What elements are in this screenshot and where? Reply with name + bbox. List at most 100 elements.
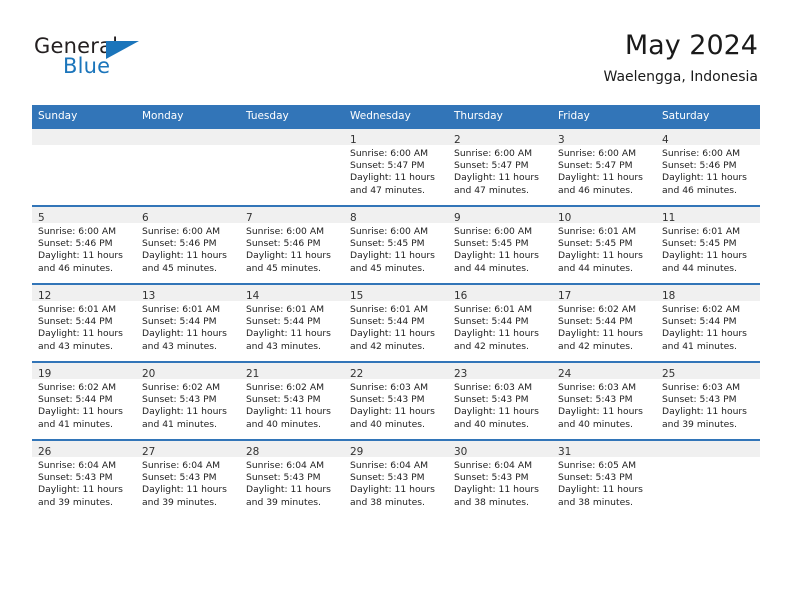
- calendar-day-cell[interactable]: 12 Sunrise: 6:01 AM Sunset: 5:44 PM Dayligh…: [32, 283, 136, 362]
- calendar-day-cell[interactable]: 18 Sunrise: 6:02 AM Sunset: 5:44 PM Dayligh…: [656, 283, 760, 362]
- calendar-day-cell[interactable]: 9 Sunrise: 6:00 AM Sunset: 5:45 PM Daylight…: [448, 205, 552, 284]
- daylight-text-line2: and 39 minutes.: [142, 496, 217, 508]
- calendar-day-cell[interactable]: 2 Sunrise: 6:00 AM Sunset: 5:47 PM Daylight…: [448, 127, 552, 206]
- day-cell-body: Sunrise: 6:00 AM Sunset: 5:46 PM Daylight:…: [656, 145, 760, 197]
- calendar-day-cell[interactable]: 30 Sunrise: 6:04 AM Sunset: 5:43 PM Dayligh…: [448, 439, 552, 517]
- calendar-day-cell[interactable]: 29 Sunrise: 6:04 AM Sunset: 5:43 PM Dayligh…: [344, 439, 448, 517]
- day-number: 12: [38, 290, 52, 302]
- day-cell-body: [136, 145, 240, 148]
- sunrise-text: Sunrise: 6:03 AM: [662, 382, 741, 393]
- calendar-day-cell[interactable]: 10 Sunrise: 6:01 AM Sunset: 5:45 PM Dayligh…: [552, 205, 656, 284]
- day-cell-body: Sunrise: 6:03 AM Sunset: 5:43 PM Daylight:…: [656, 379, 760, 431]
- day-cell-body: Sunrise: 6:03 AM Sunset: 5:43 PM Daylight:…: [552, 379, 656, 431]
- calendar-day-cell-empty: [656, 439, 760, 517]
- daylight-text-line2: and 42 minutes.: [350, 340, 425, 352]
- calendar-day-cell[interactable]: 22 Sunrise: 6:03 AM Sunset: 5:43 PM Dayligh…: [344, 361, 448, 440]
- day-cell-body: Sunrise: 6:04 AM Sunset: 5:43 PM Daylight:…: [344, 457, 448, 509]
- day-number: 5: [38, 212, 45, 224]
- calendar-day-cell[interactable]: 7 Sunrise: 6:00 AM Sunset: 5:46 PM Daylight…: [240, 205, 344, 284]
- calendar-day-cell[interactable]: 6 Sunrise: 6:00 AM Sunset: 5:46 PM Daylight…: [136, 205, 240, 284]
- sunset-text: Sunset: 5:45 PM: [662, 238, 737, 250]
- calendar-day-cell[interactable]: 15 Sunrise: 6:01 AM Sunset: 5:44 PM Dayligh…: [344, 283, 448, 362]
- calendar-day-cell[interactable]: 8 Sunrise: 6:00 AM Sunset: 5:45 PM Daylight…: [344, 205, 448, 284]
- day-number-band: 7: [240, 207, 344, 224]
- sunrise-text: Sunrise: 6:02 AM: [38, 382, 117, 393]
- calendar-grid: Sunday Monday Tuesday Wednesday Thursday Frid…: [32, 105, 760, 517]
- day-number-band: 24: [552, 363, 656, 380]
- calendar-day-cell[interactable]: 24 Sunrise: 6:03 AM Sunset: 5:43 PM Dayligh…: [552, 361, 656, 440]
- calendar-day-cell[interactable]: 19 Sunrise: 6:02 AM Sunset: 5:44 PM Dayligh…: [32, 361, 136, 440]
- calendar-day-cell[interactable]: 28 Sunrise: 6:04 AM Sunset: 5:43 PM Dayligh…: [240, 439, 344, 517]
- day-number: 20: [142, 368, 156, 380]
- brand-logo[interactable]: General Blue: [34, 34, 164, 84]
- calendar-day-cell[interactable]: 25 Sunrise: 6:03 AM Sunset: 5:43 PM Dayligh…: [656, 361, 760, 440]
- daylight-text-line1: Daylight: 11 hours: [350, 250, 435, 262]
- calendar-day-cell[interactable]: 14 Sunrise: 6:01 AM Sunset: 5:44 PM Dayligh…: [240, 283, 344, 362]
- day-cell-body: Sunrise: 6:02 AM Sunset: 5:44 PM Daylight:…: [32, 379, 136, 431]
- sunrise-text: Sunrise: 6:00 AM: [454, 148, 533, 159]
- day-number-band: 30: [448, 441, 552, 458]
- daylight-text-line1: Daylight: 11 hours: [142, 250, 227, 262]
- day-number: 7: [246, 212, 253, 224]
- day-cell-body: Sunrise: 6:02 AM Sunset: 5:43 PM Daylight:…: [136, 379, 240, 431]
- day-number-band: 29: [344, 441, 448, 458]
- calendar-day-cell[interactable]: 27 Sunrise: 6:04 AM Sunset: 5:43 PM Dayligh…: [136, 439, 240, 517]
- daylight-text-line1: Daylight: 11 hours: [662, 406, 747, 418]
- sunset-text: Sunset: 5:45 PM: [454, 238, 529, 250]
- sunrise-text: Sunrise: 6:04 AM: [246, 460, 325, 471]
- sunrise-text: Sunrise: 6:02 AM: [246, 382, 325, 393]
- sunset-text: Sunset: 5:43 PM: [454, 472, 529, 484]
- sunrise-text: Sunrise: 6:03 AM: [558, 382, 637, 393]
- daylight-text-line1: Daylight: 11 hours: [558, 406, 643, 418]
- calendar-day-cell[interactable]: 13 Sunrise: 6:01 AM Sunset: 5:44 PM Dayligh…: [136, 283, 240, 362]
- sunset-text: Sunset: 5:43 PM: [350, 394, 425, 406]
- day-number: 24: [558, 368, 572, 380]
- daylight-text-line2: and 46 minutes.: [558, 184, 633, 196]
- day-cell-body: Sunrise: 6:01 AM Sunset: 5:44 PM Daylight:…: [448, 301, 552, 353]
- daylight-text-line2: and 40 minutes.: [350, 418, 425, 430]
- daylight-text-line2: and 40 minutes.: [246, 418, 321, 430]
- day-number: 28: [246, 446, 260, 458]
- daylight-text-line2: and 46 minutes.: [38, 262, 113, 274]
- calendar-week-row: 19 Sunrise: 6:02 AM Sunset: 5:44 PM Dayligh…: [32, 361, 760, 440]
- weekday-header-saturday: Saturday: [656, 105, 760, 128]
- calendar-day-cell[interactable]: 4 Sunrise: 6:00 AM Sunset: 5:46 PM Daylight…: [656, 127, 760, 206]
- daylight-text-line2: and 41 minutes.: [662, 340, 737, 352]
- daylight-text-line1: Daylight: 11 hours: [38, 484, 123, 496]
- day-number-band: 15: [344, 285, 448, 302]
- calendar-day-cell[interactable]: 31 Sunrise: 6:05 AM Sunset: 5:43 PM Dayligh…: [552, 439, 656, 517]
- day-cell-body: Sunrise: 6:02 AM Sunset: 5:43 PM Daylight:…: [240, 379, 344, 431]
- day-number-band: [656, 441, 760, 457]
- weekday-header-tuesday: Tuesday: [240, 105, 344, 128]
- sunrise-text: Sunrise: 6:01 AM: [246, 304, 325, 315]
- sunrise-text: Sunrise: 6:00 AM: [350, 148, 429, 159]
- calendar-day-cell[interactable]: 20 Sunrise: 6:02 AM Sunset: 5:43 PM Dayligh…: [136, 361, 240, 440]
- day-number: 30: [454, 446, 468, 458]
- calendar-day-cell[interactable]: 17 Sunrise: 6:02 AM Sunset: 5:44 PM Dayligh…: [552, 283, 656, 362]
- calendar-day-cell[interactable]: 1 Sunrise: 6:00 AM Sunset: 5:47 PM Daylight…: [344, 127, 448, 206]
- sunrise-text: Sunrise: 6:02 AM: [142, 382, 221, 393]
- calendar-body: 1 Sunrise: 6:00 AM Sunset: 5:47 PM Daylight…: [32, 127, 760, 517]
- sunrise-text: Sunrise: 6:04 AM: [350, 460, 429, 471]
- calendar-day-cell[interactable]: 23 Sunrise: 6:03 AM Sunset: 5:43 PM Dayligh…: [448, 361, 552, 440]
- daylight-text-line1: Daylight: 11 hours: [662, 250, 747, 262]
- day-cell-body: Sunrise: 6:04 AM Sunset: 5:43 PM Daylight:…: [32, 457, 136, 509]
- calendar-day-cell[interactable]: 26 Sunrise: 6:04 AM Sunset: 5:43 PM Dayligh…: [32, 439, 136, 517]
- daylight-text-line1: Daylight: 11 hours: [558, 172, 643, 184]
- calendar-day-cell[interactable]: 11 Sunrise: 6:01 AM Sunset: 5:45 PM Dayligh…: [656, 205, 760, 284]
- day-cell-body: Sunrise: 6:01 AM Sunset: 5:45 PM Daylight:…: [656, 223, 760, 275]
- weekday-header-sunday: Sunday: [32, 105, 136, 128]
- day-number-band: 10: [552, 207, 656, 224]
- calendar-header-row: Sunday Monday Tuesday Wednesday Thursday Frid…: [32, 105, 760, 128]
- calendar-day-cell[interactable]: 3 Sunrise: 6:00 AM Sunset: 5:47 PM Daylight…: [552, 127, 656, 206]
- weekday-header-monday: Monday: [136, 105, 240, 128]
- calendar-day-cell[interactable]: 21 Sunrise: 6:02 AM Sunset: 5:43 PM Dayligh…: [240, 361, 344, 440]
- daylight-text-line2: and 45 minutes.: [350, 262, 425, 274]
- calendar-day-cell[interactable]: 16 Sunrise: 6:01 AM Sunset: 5:44 PM Dayligh…: [448, 283, 552, 362]
- calendar-day-cell[interactable]: 5 Sunrise: 6:00 AM Sunset: 5:46 PM Daylight…: [32, 205, 136, 284]
- day-cell-body: Sunrise: 6:00 AM Sunset: 5:46 PM Daylight:…: [240, 223, 344, 275]
- day-cell-body: [656, 457, 760, 460]
- day-number: 14: [246, 290, 260, 302]
- sunrise-text: Sunrise: 6:00 AM: [246, 226, 325, 237]
- day-number-band: 20: [136, 363, 240, 380]
